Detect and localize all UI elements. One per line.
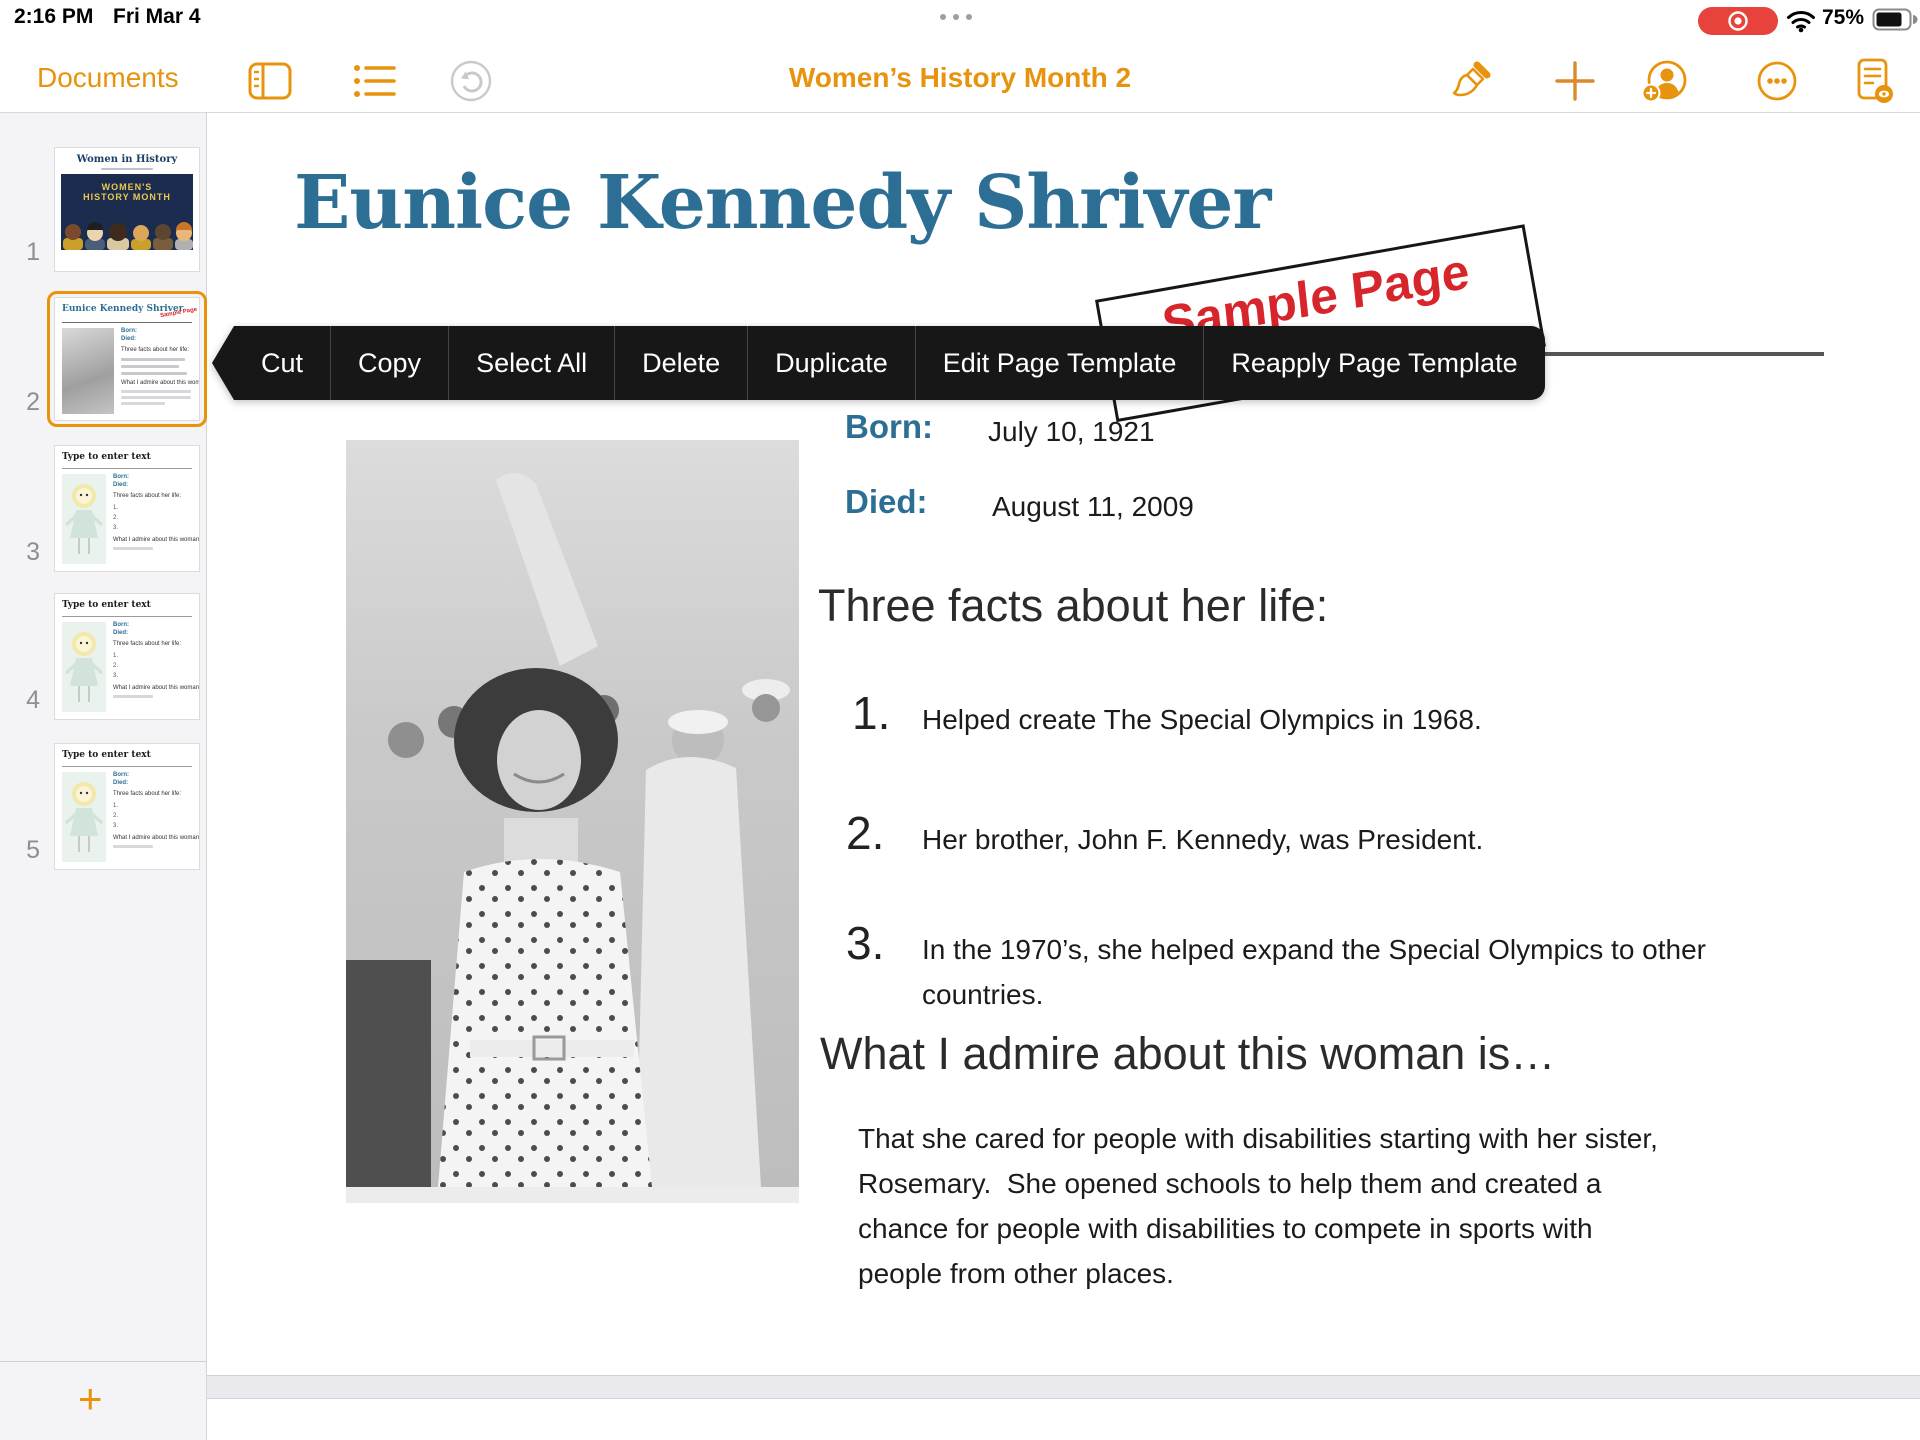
thumb-photo (62, 328, 114, 414)
page-number: 2 (10, 388, 40, 417)
thumb-figure-illustration (62, 772, 106, 862)
reader-view-icon (1848, 56, 1898, 106)
page-number: 3 (10, 538, 40, 567)
context-menu-arrow (212, 326, 234, 400)
page-number: 1 (10, 238, 40, 267)
thumb-title: Type to enter text (62, 600, 151, 610)
fact-2-number: 2. (846, 806, 884, 860)
fact-1-number: 1. (852, 686, 890, 740)
menu-item-duplicate[interactable]: Duplicate (747, 326, 915, 400)
menu-item-cut[interactable]: Cut (234, 326, 330, 400)
sidebar-footer-divider (0, 1361, 206, 1362)
doc-heading-name[interactable]: Eunice Kennedy Shriver (294, 160, 1270, 246)
format-brush-icon (1448, 58, 1494, 104)
insert-button[interactable] (1552, 58, 1598, 104)
admire-paragraph-line[interactable]: chance for people with disabilities to c… (858, 1206, 1593, 1251)
record-icon (1726, 9, 1750, 33)
menu-item-delete[interactable]: Delete (614, 326, 747, 400)
clock-time: 2:16 PM (14, 5, 93, 29)
clock-date: Fri Mar 4 (113, 5, 201, 29)
thumb-figure-illustration (62, 622, 106, 712)
thumbnail-page-1[interactable]: Women in History WOMEN'S HISTORY MONTH (54, 147, 200, 272)
thumb-rule (62, 322, 192, 323)
admire-paragraph-line[interactable]: people from other places. (858, 1251, 1174, 1296)
fact-3-text-line1[interactable]: In the 1970’s, she helped expand the Spe… (922, 934, 1706, 966)
edit-context-menu: Cut Copy Select All Delete Duplicate Edi… (212, 326, 1545, 400)
illustration-text: HISTORY MONTH (61, 192, 193, 202)
battery-percent: 75% (1822, 6, 1864, 30)
fact-3-text-line2[interactable]: countries. (922, 979, 1043, 1011)
illustration-women-icon (61, 220, 193, 250)
page-boundary-gap (207, 1375, 1920, 1399)
menu-item-reapply-page-template[interactable]: Reapply Page Template (1203, 326, 1544, 400)
thumb-title: Type to enter text (62, 750, 151, 760)
more-button[interactable] (1754, 58, 1800, 104)
born-label[interactable]: Born: (845, 408, 933, 446)
pages-app-window: 2:16 PM Fri Mar 4 75% Documents (0, 0, 1920, 1440)
thumb-text-block: Born: Died: Three facts about her life: … (121, 327, 194, 405)
thumb-title: Type to enter text (62, 452, 151, 462)
menu-item-copy[interactable]: Copy (330, 326, 448, 400)
admire-heading[interactable]: What I admire about this woman is… (820, 1028, 1555, 1080)
thumb-died-label: Died: (121, 335, 194, 343)
thumbnail-page-2-selected[interactable]: Eunice Kennedy Shriver Sample Page Born:… (54, 297, 200, 421)
page-number: 5 (10, 836, 40, 865)
thumb-cover-title: Women in History (55, 154, 199, 165)
insert-plus-icon (1552, 58, 1598, 104)
wifi-icon (1786, 9, 1816, 33)
illustration-text: WOMEN'S (61, 182, 193, 192)
thumbnail-page-3[interactable]: Type to enter text Born: Died: Three fac… (54, 445, 200, 572)
battery-icon (1872, 8, 1918, 31)
photo-eunice-shriver[interactable] (346, 440, 799, 1187)
thumb-admire-label: What I admire about this woman is… (121, 379, 194, 387)
admire-paragraph-line[interactable]: Rosemary. She opened schools to help the… (858, 1161, 1602, 1206)
thumb-facts-label: Three facts about her life: (121, 346, 194, 354)
reader-view-button[interactable] (1848, 56, 1898, 106)
page-number: 4 (10, 686, 40, 715)
photo-shadow (346, 1187, 799, 1203)
thumb-cover-illustration: WOMEN'S HISTORY MONTH (61, 174, 193, 250)
died-label[interactable]: Died: (845, 483, 928, 521)
add-page-button[interactable]: + (78, 1378, 103, 1420)
admire-paragraph-line[interactable]: That she cared for people with disabilit… (858, 1116, 1658, 1161)
died-value[interactable]: August 11, 2009 (992, 491, 1194, 523)
thumb-born-label: Born: (121, 327, 194, 335)
collaborate-icon (1640, 56, 1690, 106)
thumbnail-page-4[interactable]: Type to enter text Born: Died: Three fac… (54, 593, 200, 720)
born-value[interactable]: July 10, 1921 (988, 416, 1155, 448)
collaborate-button[interactable] (1640, 56, 1690, 106)
format-button[interactable] (1448, 58, 1494, 104)
fact-1-text[interactable]: Helped create The Special Olympics in 19… (922, 704, 1482, 736)
document-title[interactable]: Women’s History Month 2 (0, 62, 1920, 94)
thumbnail-page-5[interactable]: Type to enter text Born: Died: Three fac… (54, 743, 200, 870)
multitasking-dots-icon[interactable] (940, 14, 972, 20)
facts-heading[interactable]: Three facts about her life: (818, 580, 1328, 632)
fact-3-number: 3. (846, 916, 884, 970)
menu-item-edit-page-template[interactable]: Edit Page Template (915, 326, 1204, 400)
photo-image (346, 440, 799, 1187)
thumb-figure-illustration (62, 474, 106, 564)
fact-2-text[interactable]: Her brother, John F. Kennedy, was Presid… (922, 824, 1483, 856)
thumb-subtitle-bar (101, 168, 153, 170)
menu-item-select-all[interactable]: Select All (448, 326, 614, 400)
more-icon (1754, 58, 1800, 104)
screen-recording-indicator[interactable] (1698, 7, 1778, 35)
